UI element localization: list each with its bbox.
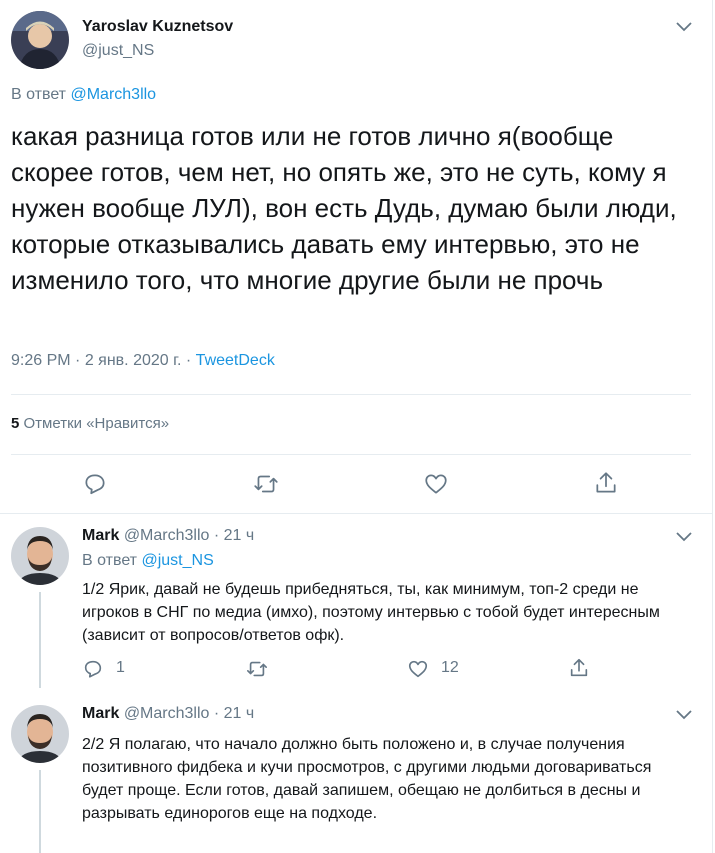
reply-display-name[interactable]: Mark [82,705,119,722]
reply-handle[interactable]: @March3llo [124,527,210,544]
retweet-icon[interactable] [252,471,280,497]
reply-icon[interactable] [82,471,108,497]
reply-text: 1/2 Ярик, давай не будешь прибедняться, … [82,581,660,644]
divider [0,513,713,514]
divider [11,394,691,395]
reply-display-name[interactable]: Mark [82,527,119,544]
reply-age[interactable]: 21 ч [224,527,255,544]
reply-header: Mark @March3llo · 21 ч [82,527,254,545]
reply-context: В ответ @March3llo [11,86,156,104]
reply-handle[interactable]: @March3llo [124,705,210,722]
reply-context: В ответ @just_NS [82,552,214,570]
author-display-name[interactable]: Yaroslav Kuznetsov [82,18,233,36]
header-dot: · [213,527,220,544]
meta-dot: · [185,352,192,369]
reply-context-prefix: В ответ [82,552,138,569]
author-handle[interactable]: @just_NS [82,42,154,60]
reply-text: 2/2 Я полагаю, что начало должно быть по… [82,736,652,822]
meta-dot: · [75,352,81,369]
heart-icon[interactable] [423,471,449,497]
likes-count: 5 [11,415,20,432]
thread-line [39,592,41,688]
like-count: 12 [441,659,459,676]
divider [11,454,691,455]
chevron-down-icon[interactable] [674,20,694,34]
reply-icon[interactable] [82,658,104,680]
tweet-source[interactable]: TweetDeck [196,352,275,369]
likes-stat[interactable]: 5 Отметки «Нравится» [11,415,169,432]
reply-header: Mark @March3llo · 21 ч [82,705,254,723]
reply-context-handle[interactable]: @March3llo [70,86,156,103]
chevron-down-icon[interactable] [674,530,694,544]
header-dot: · [213,705,220,722]
tweet-meta: 9:26 PM · 2 янв. 2020 г. · TweetDeck [11,352,275,370]
tweet-text: какая разница готов или не готов лично я… [11,121,677,295]
likes-label: Отметки «Нравится» [23,415,170,432]
author-avatar[interactable] [11,11,69,69]
thread-line [39,770,41,853]
retweet-icon[interactable] [245,658,269,680]
chevron-down-icon[interactable] [674,708,694,722]
tweet-time[interactable]: 9:26 PM [11,352,71,369]
share-icon[interactable] [593,470,619,496]
reply-context-handle[interactable]: @just_NS [141,552,213,569]
reply-age[interactable]: 21 ч [224,705,255,722]
heart-icon[interactable] [407,658,429,680]
reply-count: 1 [116,659,125,676]
tweet-date[interactable]: 2 янв. 2020 г. [85,352,182,369]
reply-avatar[interactable] [11,527,69,585]
share-icon[interactable] [568,657,590,679]
reply-context-prefix: В ответ [11,86,67,103]
reply-avatar[interactable] [11,705,69,763]
